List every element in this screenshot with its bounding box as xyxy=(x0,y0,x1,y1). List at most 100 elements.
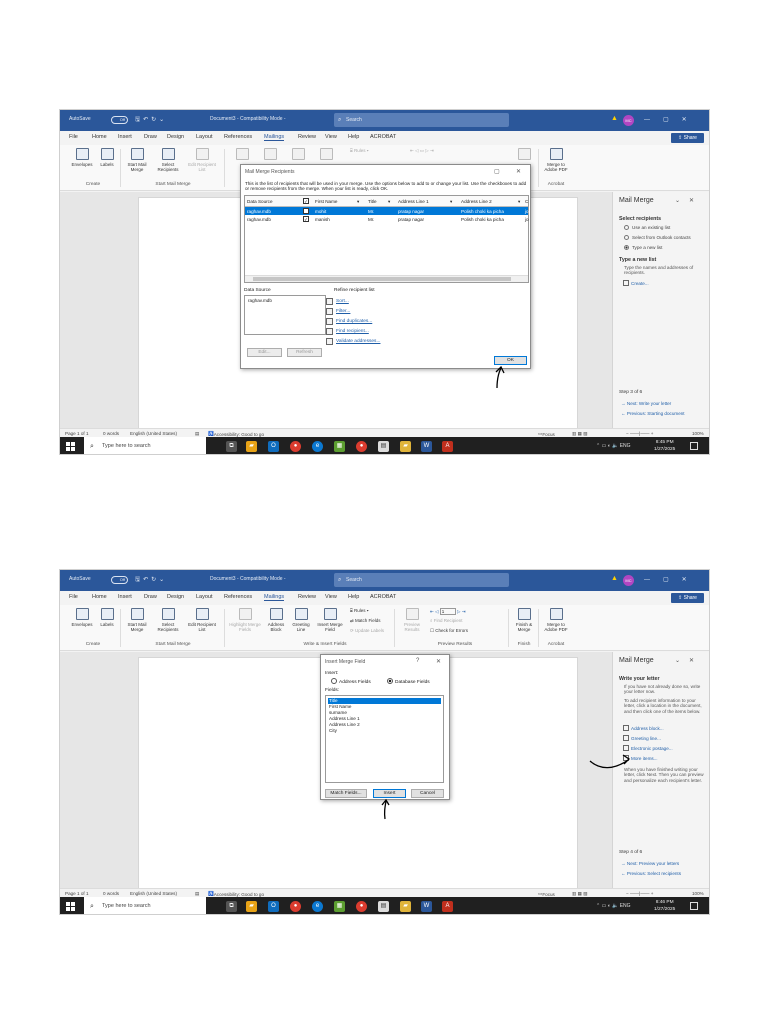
zoom-slider[interactable]: − ——|—— + xyxy=(626,431,654,436)
taskbar-search[interactable]: ⌕ Type here to search xyxy=(84,897,206,914)
store-icon[interactable]: ▦ xyxy=(334,441,345,452)
address-block-link[interactable]: Address block... xyxy=(623,725,664,731)
menu-mailings[interactable]: Mailings xyxy=(264,594,285,601)
refresh-button[interactable]: Refresh xyxy=(287,348,322,357)
row-checkbox[interactable]: ✓ xyxy=(303,208,309,214)
envelopes-button[interactable]: Envelopes xyxy=(68,148,96,167)
system-tray[interactable]: ⌃ ▭ ◐ 🔈 ENG xyxy=(596,443,631,449)
radio-new-list[interactable]: Type a new list xyxy=(624,245,662,250)
notification-icon[interactable] xyxy=(690,902,698,910)
start-mail-merge-button[interactable]: Start Mail Merge xyxy=(123,148,151,172)
view-buttons[interactable]: ▥ ▦ ▧ xyxy=(572,891,588,897)
insert-merge-field-button[interactable] xyxy=(316,148,336,162)
share-button[interactable]: ⇪ Share xyxy=(671,133,704,143)
merge-to-pdf-button[interactable]: Merge to Adobe PDF xyxy=(541,148,571,172)
rules-button[interactable]: ⌸ Rules ▾ xyxy=(350,148,369,153)
menu-acrobat[interactable]: ACROBAT xyxy=(370,594,396,600)
header-checkbox[interactable]: ✓ xyxy=(303,198,309,204)
zoom-slider[interactable]: − ——|—— + xyxy=(626,891,654,896)
dropdown-arrow-icon[interactable]: ▾ xyxy=(450,199,452,205)
col-data-source[interactable]: Data Source xyxy=(247,199,273,204)
menu-home[interactable]: Home xyxy=(92,594,107,600)
clock[interactable]: 8:46 PM 1/27/2025 xyxy=(654,899,675,913)
radio-outlook-contacts[interactable]: Select from Outlook contacts xyxy=(624,235,691,240)
store-icon[interactable]: ▦ xyxy=(334,901,345,912)
match-fields-button[interactable]: ⇌ Match Fields xyxy=(350,618,381,624)
radio-existing-list[interactable]: Use an existing list xyxy=(624,225,670,230)
system-tray[interactable]: ⌃ ▭ ◐ 🔈 ENG xyxy=(596,903,631,909)
menu-draw[interactable]: Draw xyxy=(144,594,157,600)
select-recipients-button[interactable]: Select Recipients xyxy=(153,608,183,632)
data-source-list[interactable]: raghav.mdb xyxy=(244,295,326,335)
avatar[interactable]: MC xyxy=(623,575,634,586)
taskbar-search[interactable]: ⌕ Type here to search xyxy=(84,437,206,454)
match-fields-button[interactable]: Match Fields... xyxy=(325,789,367,798)
menu-file[interactable]: File xyxy=(69,594,78,600)
create-link[interactable]: Create... xyxy=(623,280,649,286)
search-box[interactable]: ⌕ Search xyxy=(334,573,509,587)
menu-help[interactable]: Help xyxy=(348,134,359,140)
zoom-level[interactable]: 100% xyxy=(692,891,704,896)
row-checkbox[interactable]: ✓ xyxy=(303,216,309,222)
list-item[interactable]: City xyxy=(328,728,441,734)
edit-button[interactable]: Edit... xyxy=(247,348,282,357)
record-number-input[interactable]: 1 xyxy=(439,608,456,615)
calendar-icon[interactable]: ▤ xyxy=(378,441,389,452)
filter-link[interactable]: Filter... xyxy=(326,308,350,315)
outlook-icon[interactable]: O xyxy=(268,441,279,452)
pane-controls[interactable]: ⌄✕ xyxy=(675,657,703,664)
menu-view[interactable]: View xyxy=(325,594,337,600)
accessibility-status[interactable]: ♿ Accessibility: Good to go xyxy=(208,891,264,898)
close-icon[interactable]: ✕ xyxy=(516,168,521,175)
chrome-icon[interactable]: ● xyxy=(290,441,301,452)
file-explorer-icon[interactable]: ▰ xyxy=(246,441,257,452)
menu-insert[interactable]: Insert xyxy=(118,594,132,600)
radio-address-fields[interactable]: Address Fields xyxy=(331,678,371,685)
folder-icon[interactable]: ▰ xyxy=(400,441,411,452)
language-indicator[interactable]: ENG xyxy=(620,443,631,449)
quick-access-icons[interactable]: 🖫↶↻⌄ xyxy=(135,115,167,125)
outlook-icon[interactable]: O xyxy=(268,901,279,912)
edge-icon[interactable]: e xyxy=(312,441,323,452)
dropdown-arrow-icon[interactable]: ▾ xyxy=(388,199,390,205)
avatar[interactable]: MC xyxy=(623,115,634,126)
finish-merge-button[interactable]: Finish & Merge xyxy=(511,608,537,632)
find-recipient-link[interactable]: Find recipient... xyxy=(326,328,369,335)
autosave-toggle[interactable]: Off xyxy=(111,576,128,584)
quick-access-icons[interactable]: 🖫↶↻⌄ xyxy=(135,575,167,585)
radio-database-fields[interactable]: Database Fields xyxy=(387,678,430,685)
dropdown-arrow-icon[interactable]: ▾ xyxy=(518,199,520,205)
edge-icon[interactable]: e xyxy=(312,901,323,912)
cancel-button[interactable]: Cancel xyxy=(411,789,444,798)
menu-review[interactable]: Review xyxy=(298,134,316,140)
col-address-line-1[interactable]: Address Line 1 xyxy=(398,199,429,204)
find-duplicates-link[interactable]: Find duplicates... xyxy=(326,318,372,325)
recipients-table[interactable]: Data Source ✓ First Name ▾ Title ▾ Addre… xyxy=(244,195,529,283)
record-navigator[interactable]: ⇤ ◁ 1 ▷ ⇥ xyxy=(430,608,465,615)
proofing-icon[interactable]: ▤ xyxy=(195,431,199,437)
finish-merge-button[interactable] xyxy=(514,148,534,162)
table-row[interactable]: raghav.mdb ✓ manish Mr. pratap nagar Pol… xyxy=(245,215,529,223)
horizontal-scrollbar[interactable] xyxy=(245,275,528,282)
col-city[interactable]: C xyxy=(525,199,528,204)
focus-button[interactable]: ▭ Focus xyxy=(538,431,555,438)
close-icon[interactable]: ✕ xyxy=(436,658,441,665)
edit-recipient-list-button[interactable]: Edit Recipient List xyxy=(185,608,219,632)
autosave-toggle[interactable]: Off xyxy=(111,116,128,124)
menu-draw[interactable]: Draw xyxy=(144,134,157,140)
chrome-icon[interactable]: ● xyxy=(356,441,367,452)
insert-merge-field-button[interactable]: Insert Merge Field xyxy=(314,608,346,632)
data-source-item[interactable]: raghav.mdb xyxy=(248,298,272,303)
chrome-icon[interactable]: ● xyxy=(356,901,367,912)
find-recipient-button[interactable]: ⌕ Find Recipient xyxy=(430,618,463,623)
menu-view[interactable]: View xyxy=(325,134,337,140)
page-count[interactable]: Page 1 of 1 xyxy=(65,891,89,896)
edit-recipient-list-button[interactable]: Edit Recipient List xyxy=(185,148,219,172)
menu-home[interactable]: Home xyxy=(92,134,107,140)
select-recipients-button[interactable]: Select Recipients xyxy=(153,148,183,172)
accessibility-status[interactable]: ♿ Accessibility: Good to go xyxy=(208,431,264,438)
share-button[interactable]: ⇪ Share xyxy=(671,593,704,603)
maximize-icon[interactable]: ▢ xyxy=(494,168,500,175)
table-row[interactable]: raghav.mdb ✓ mohit Mr. pratap nagar Poli… xyxy=(245,207,529,215)
menu-help[interactable]: Help xyxy=(348,594,359,600)
